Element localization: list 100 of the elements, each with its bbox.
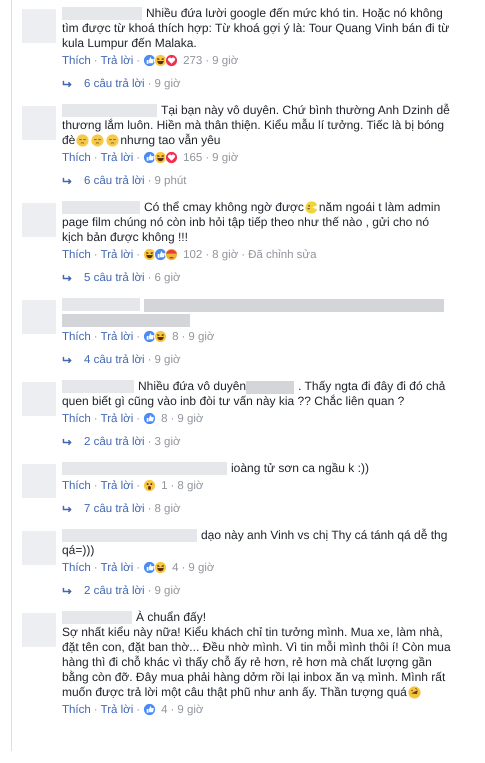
angry-face-icon: [165, 248, 178, 261]
replies-link[interactable]: 6 câu trả lời: [84, 78, 145, 90]
like-link[interactable]: Thích: [62, 152, 91, 164]
reply-link[interactable]: Trả lời: [100, 704, 134, 716]
separator-dot: ·: [241, 248, 246, 260]
comment-text: muốn được trả lời một câu thật phũ như anh ấy. Thần tượng quá: [62, 685, 407, 700]
comment-time[interactable]: 8 giờ: [177, 480, 204, 492]
reply-link[interactable]: Trả lời: [100, 412, 134, 424]
comment-text: đè: [62, 133, 76, 148]
reply-arrow-icon: [62, 274, 73, 282]
replies-link[interactable]: 2 câu trả lời: [84, 585, 145, 597]
separator-dot: ·: [94, 152, 98, 164]
separator-dot: ·: [136, 152, 140, 164]
sad-face-icon: [106, 134, 120, 147]
like-link[interactable]: Thích: [62, 562, 91, 574]
separator-dot: ·: [148, 436, 152, 448]
separator-dot: ·: [94, 330, 98, 342]
like-link[interactable]: Thích: [62, 704, 91, 716]
comment-text: năm ngoái t làm admin: [318, 200, 440, 215]
like-link[interactable]: Thích: [62, 54, 91, 66]
comment-text: nhưng tao vẫn yêu: [120, 133, 220, 148]
comment-time[interactable]: 9 giờ: [177, 704, 204, 716]
separator-dot: ·: [205, 152, 210, 164]
separator-dot: ·: [136, 248, 140, 260]
comment-text: Tại bạn này vô duyên. Chứ bình thường Anh Dzinh dễ: [161, 103, 450, 118]
reply-link[interactable]: Trả lời: [100, 152, 134, 164]
reply-link[interactable]: Trả lời: [100, 54, 134, 66]
separator-dot: ·: [148, 78, 152, 90]
reply-time: 9 giờ: [154, 354, 181, 366]
comment-time[interactable]: 9 giờ: [212, 54, 238, 66]
reaction-count[interactable]: 8: [161, 412, 168, 424]
replies-link[interactable]: 4 câu trả lời: [84, 354, 145, 366]
comment-text: hàng thì đi chỗ khác vì thấy chỗ ấy rẻ hơn, rẻ hơn mà chất lượng gần: [62, 655, 432, 670]
comment-text: thương lắm luôn. Hiền mà thân thiện. Kiểu mẫu lí tưởng. Tiếc là bị bóng: [62, 118, 444, 133]
reply-arrow-icon: [62, 80, 73, 88]
comment-text: . Thấy ngta đi đây đi đó chả: [298, 379, 446, 394]
reaction-count[interactable]: 273: [183, 54, 202, 66]
replies-link[interactable]: 5 câu trả lời: [84, 272, 145, 284]
separator-dot: ·: [170, 704, 174, 716]
comment-time[interactable]: 8 giờ: [212, 248, 238, 260]
reply-link[interactable]: Trả lời: [100, 248, 134, 260]
comment-text: qá=))): [62, 543, 94, 558]
reply-arrow-icon: [62, 356, 73, 364]
winking-face-icon: [304, 201, 318, 214]
comment-text: quen biết gì cũng vào inb đòi tư vấn này kia ?? Chắc liên quan ?: [62, 394, 404, 409]
like-link[interactable]: Thích: [62, 412, 91, 424]
separator-dot: ·: [205, 54, 210, 66]
comment-text: kịch bản được không !!!: [62, 230, 188, 245]
comment-text: bằng còn đỡ. Đây mua phải hàng dởm rồi lại inbox ăn vạ mình. Mình rất: [62, 670, 446, 685]
thumbs-up-icon: [143, 412, 156, 425]
reply-time: 6 giờ: [154, 272, 181, 284]
edited-label[interactable]: Đã chỉnh sửa: [248, 248, 317, 260]
comment-time[interactable]: 9 giờ: [188, 330, 214, 342]
separator-dot: ·: [136, 562, 140, 574]
replies-link[interactable]: 2 câu trả lời: [84, 436, 145, 448]
laughing-face-icon: [154, 561, 168, 574]
reply-time: 9 phút: [154, 175, 186, 187]
reaction-count[interactable]: 4: [161, 704, 168, 716]
reaction-count[interactable]: 165: [183, 152, 202, 164]
separator-dot: ·: [182, 562, 186, 574]
separator-dot: ·: [182, 330, 186, 342]
reaction-count[interactable]: 1: [161, 480, 168, 492]
reaction-count[interactable]: 8: [172, 330, 179, 342]
replies-link[interactable]: 6 câu trả lời: [84, 175, 145, 187]
separator-dot: ·: [136, 480, 140, 492]
separator-dot: ·: [94, 248, 98, 260]
separator-dot: ·: [94, 562, 98, 574]
reply-link[interactable]: Trả lời: [100, 330, 134, 342]
thumbs-up-icon: [143, 703, 156, 716]
comment-time[interactable]: 9 giờ: [212, 152, 238, 164]
separator-dot: ·: [148, 585, 152, 597]
comment-text: ioàng tử sơn ca ngầu k :)): [231, 461, 369, 476]
separator-dot: ·: [148, 272, 152, 284]
reaction-count[interactable]: 102: [183, 248, 202, 260]
like-link[interactable]: Thích: [62, 248, 91, 260]
like-link[interactable]: Thích: [62, 480, 91, 492]
separator-dot: ·: [136, 412, 140, 424]
reply-time: 9 giờ: [154, 78, 181, 90]
reply-arrow-icon: [62, 586, 73, 596]
laughing-face-icon: [154, 330, 168, 343]
reply-arrow-icon: [62, 438, 73, 446]
comment-text: Nhiều đứa vô duyên: [138, 379, 246, 394]
separator-dot: ·: [94, 54, 98, 66]
separator-dot: ·: [136, 330, 140, 342]
separator-dot: ·: [94, 480, 98, 492]
comment-text: À chuẩn đấy!: [136, 610, 206, 625]
reply-arrow-icon: [62, 176, 73, 186]
comment-text: page film chúng nó còn inb hỏi tập tiếp theo như thế nào , gửi cho nó: [62, 215, 429, 230]
like-link[interactable]: Thích: [62, 330, 91, 342]
reply-link[interactable]: Trả lời: [100, 480, 134, 492]
separator-dot: ·: [136, 54, 140, 66]
reply-time: 8 giờ: [154, 503, 181, 515]
replies-link[interactable]: 7 câu trả lời: [84, 503, 145, 515]
reaction-count[interactable]: 4: [172, 562, 179, 574]
comment-text: đặt tên con, đặt ban thờ... Đều nhờ mình. Vì tin mỗi mình thôi í! Còn mua: [62, 640, 451, 655]
redacted-name: [62, 611, 132, 624]
comment-time[interactable]: 9 giờ: [188, 562, 214, 574]
comment-time[interactable]: 9 giờ: [177, 412, 204, 424]
reply-link[interactable]: Trả lời: [100, 562, 134, 574]
laughing-face-icon: [408, 686, 421, 699]
